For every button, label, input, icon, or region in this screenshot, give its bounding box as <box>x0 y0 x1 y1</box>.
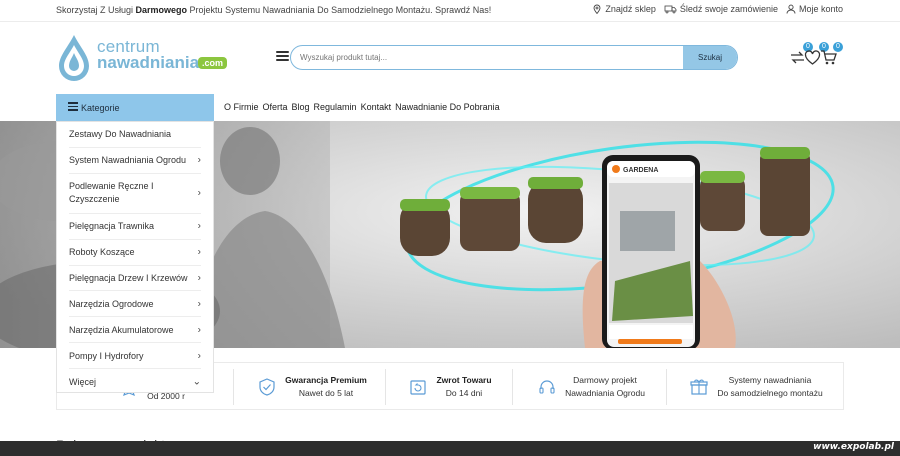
top-bar: Skorzystaj Z Usługi Darmowego Projektu S… <box>0 0 900 22</box>
water-drop-logo-icon <box>59 35 89 81</box>
feature-diy-line1: Systemy nawadniania <box>728 375 812 385</box>
cart-icon[interactable] <box>820 49 837 66</box>
find-store-label: Znajdź sklep <box>605 4 656 14</box>
nav-link-o-firmie[interactable]: O Firmie <box>224 102 259 112</box>
category-menu: Zestawy Do Nawadniania System Nawadniani… <box>56 121 214 393</box>
truck-icon <box>664 5 677 14</box>
chevron-down-icon: ⌄ <box>192 376 201 388</box>
chevron-right-icon: › <box>197 220 201 232</box>
my-account-link[interactable]: Moje konto <box>786 4 843 14</box>
feature-returns-title: Zwrot Towaru <box>436 375 492 385</box>
promo-suffix: Projektu Systemu Nawadniania Do Samodzie… <box>187 5 492 15</box>
find-store-link[interactable]: Znajdź sklep <box>592 4 656 14</box>
category-label: Pompy I Hydrofory <box>69 350 144 361</box>
shield-check-icon <box>259 378 275 396</box>
feature-free-project-line1: Darmowy projekt <box>573 375 637 385</box>
menu-icon[interactable] <box>276 51 289 62</box>
headset-icon <box>539 380 555 394</box>
chevron-right-icon: › <box>197 272 201 284</box>
watermark-text: www.expolab.pl <box>813 442 894 452</box>
chevron-right-icon: › <box>197 187 201 199</box>
categories-toggle[interactable]: Kategorie <box>56 94 214 121</box>
category-zestawy[interactable]: Zestawy Do Nawadniania <box>69 122 201 148</box>
feature-free-project-subtitle: Nawadniania Ogrodu <box>565 388 645 398</box>
category-drzewa-krzewy[interactable]: Pielęgnacja Drzew I Krzewów › <box>69 266 201 292</box>
chevron-right-icon: › <box>197 324 201 336</box>
search-button[interactable]: Szukaj <box>683 46 737 69</box>
category-label: Zestawy Do Nawadniania <box>69 129 172 140</box>
category-label: Pielęgnacja Drzew I Krzewów <box>69 273 188 283</box>
main-nav: O Firmie Oferta Blog Regulamin Kontakt N… <box>224 102 500 112</box>
return-box-icon <box>410 380 427 395</box>
hamburger-icon <box>68 102 78 112</box>
chevron-right-icon: › <box>197 154 201 166</box>
category-label: Narzędzia Akumulatorowe <box>69 324 174 335</box>
feature-warranty: Gwarancja Premium Nawet do 5 lat <box>237 363 387 411</box>
feature-returns: Zwrot Towaru Do 14 dni <box>389 363 511 411</box>
category-pompy[interactable]: Pompy I Hydrofory › <box>69 343 201 370</box>
heart-icon[interactable] <box>804 49 821 66</box>
category-narzedzia-akumulatorowe[interactable]: Narzędzia Akumulatorowe › <box>69 317 201 344</box>
promo-text: Skorzystaj Z Usługi Darmowego Projektu S… <box>56 5 491 15</box>
category-label: Narzędzia Ogrodowe <box>69 298 154 309</box>
feature-warranty-subtitle: Nawet do 5 lat <box>298 388 354 398</box>
feature-diy-subtitle: Do samodzielnego montażu <box>717 388 823 398</box>
search-bar: Szukaj <box>290 45 738 70</box>
promo-bold: Darmowego <box>135 5 188 15</box>
logo-line2: nawadniania <box>97 53 200 72</box>
my-account-label: Moje konto <box>798 4 843 14</box>
watermark-bar: www.expolab.pl <box>0 441 900 456</box>
nav-link-nawadnianie-do-pobrania[interactable]: Nawadnianie Do Pobrania <box>395 102 500 112</box>
category-label: Roboty Koszące <box>69 247 135 258</box>
promo-prefix: Skorzystaj Z Usługi <box>56 5 136 15</box>
nav-link-kontakt[interactable]: Kontakt <box>361 102 392 112</box>
category-wiecej[interactable]: Więcej ⌄ <box>69 369 201 395</box>
feature-warranty-title: Gwarancja Premium <box>285 375 367 385</box>
category-label: Pielęgnacja Trawnika <box>69 221 155 232</box>
phone-brand-text: GARDENA <box>623 167 658 174</box>
divider <box>512 369 513 405</box>
nav-link-blog[interactable]: Blog <box>292 102 310 112</box>
user-icon <box>786 4 796 14</box>
track-order-label: Śledź swoje zamówienie <box>679 4 778 14</box>
chevron-right-icon: › <box>197 350 201 362</box>
track-order-link[interactable]: Śledź swoje zamówienie <box>664 4 778 14</box>
feature-diy: Systemy nawadniania Do samodzielnego mont… <box>671 363 841 411</box>
category-pielegnacja-trawnika[interactable]: Pielęgnacja Trawnika › <box>69 214 201 240</box>
categories-label: Kategorie <box>81 102 120 113</box>
gift-icon <box>690 379 708 395</box>
category-narzedzia-ogrodowe[interactable]: Narzędzia Ogrodowe › <box>69 291 201 318</box>
feature-free-project: Darmowy projekt Nawadniania Ogrodu <box>517 363 665 411</box>
nav-link-regulamin[interactable]: Regulamin <box>314 102 357 112</box>
category-system-nawadniania[interactable]: System Nawadniania Ogrodu › <box>69 148 201 174</box>
category-label: System Nawadniania Ogrodu <box>69 155 187 166</box>
divider <box>233 369 234 405</box>
logo-suffix: .com <box>198 57 228 69</box>
divider <box>385 369 386 405</box>
chevron-right-icon: › <box>197 298 201 310</box>
category-label: Podlewanie Ręczne I Czyszczenie <box>69 181 154 205</box>
divider <box>666 369 667 405</box>
category-roboty-koszace[interactable]: Roboty Koszące › <box>69 240 201 266</box>
cart-count: 0 <box>833 42 843 52</box>
header-icons: 0 0 0 <box>787 42 847 70</box>
category-label: Więcej <box>69 377 97 388</box>
feature-returns-subtitle: Do 14 dni <box>445 388 483 398</box>
search-input[interactable] <box>291 46 684 69</box>
category-podlewanie[interactable]: Podlewanie Ręczne I Czyszczenie › <box>69 174 201 214</box>
site-logo[interactable]: centrum nawadniania .com <box>56 33 231 83</box>
nav-link-oferta[interactable]: Oferta <box>263 102 288 112</box>
map-pin-icon <box>593 4 601 14</box>
top-links: Znajdź sklep Śledź swoje zamówienie Moje… <box>592 4 843 14</box>
chevron-right-icon: › <box>197 246 201 258</box>
